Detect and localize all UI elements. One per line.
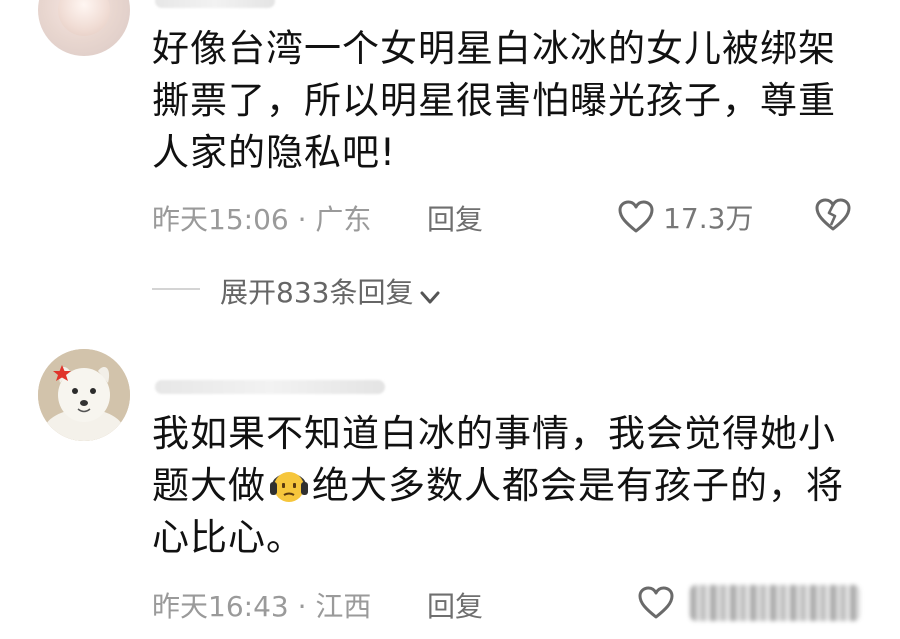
meta-separator: · bbox=[297, 590, 316, 623]
username-redacted[interactable] bbox=[155, 0, 275, 8]
user-avatar[interactable] bbox=[38, 0, 130, 56]
pixelated-redaction bbox=[690, 585, 860, 621]
heart-outline-icon bbox=[638, 586, 674, 619]
comment-meta: 昨天16:43 · 江西 bbox=[152, 585, 371, 625]
comment-text: 我如果不知道白冰的事情，我会觉得她小题大做 绝大多数人都会是有孩子的，将心比心。 bbox=[152, 408, 852, 564]
reply-button[interactable]: 回复 bbox=[427, 585, 483, 625]
expand-replies-label: 展开833条回复 bbox=[220, 276, 414, 309]
chevron-down-icon bbox=[420, 291, 440, 303]
meta-separator: · bbox=[297, 203, 316, 236]
expand-replies-button[interactable]: 展开833条回复 bbox=[220, 271, 441, 311]
like-button[interactable]: 17.3万 bbox=[618, 197, 753, 237]
comment-location: 广东 bbox=[315, 203, 372, 236]
username-redacted[interactable] bbox=[155, 380, 385, 394]
dog-avatar-image bbox=[38, 349, 130, 441]
comment-time: 昨天16:43 bbox=[152, 590, 289, 623]
expand-divider bbox=[152, 288, 200, 290]
dislike-button[interactable] bbox=[815, 198, 851, 236]
comment-location: 江西 bbox=[315, 590, 372, 623]
avatar-image bbox=[58, 0, 110, 36]
broken-heart-icon bbox=[815, 198, 851, 231]
headphones-sad-face-emoji bbox=[268, 463, 310, 505]
comment-meta: 昨天15:06 · 广东 bbox=[152, 198, 371, 238]
comment-time: 昨天15:06 bbox=[152, 203, 289, 236]
comment-text: 好像台湾一个女明星白冰冰的女儿被绑架撕票了，所以明星很害怕曝光孩子，尊重人家的隐… bbox=[152, 27, 836, 174]
heart-outline-icon bbox=[618, 200, 654, 233]
reply-button[interactable]: 回复 bbox=[427, 198, 483, 238]
user-avatar[interactable] bbox=[38, 349, 130, 441]
like-count: 17.3万 bbox=[663, 202, 754, 235]
like-button[interactable] bbox=[638, 586, 674, 624]
